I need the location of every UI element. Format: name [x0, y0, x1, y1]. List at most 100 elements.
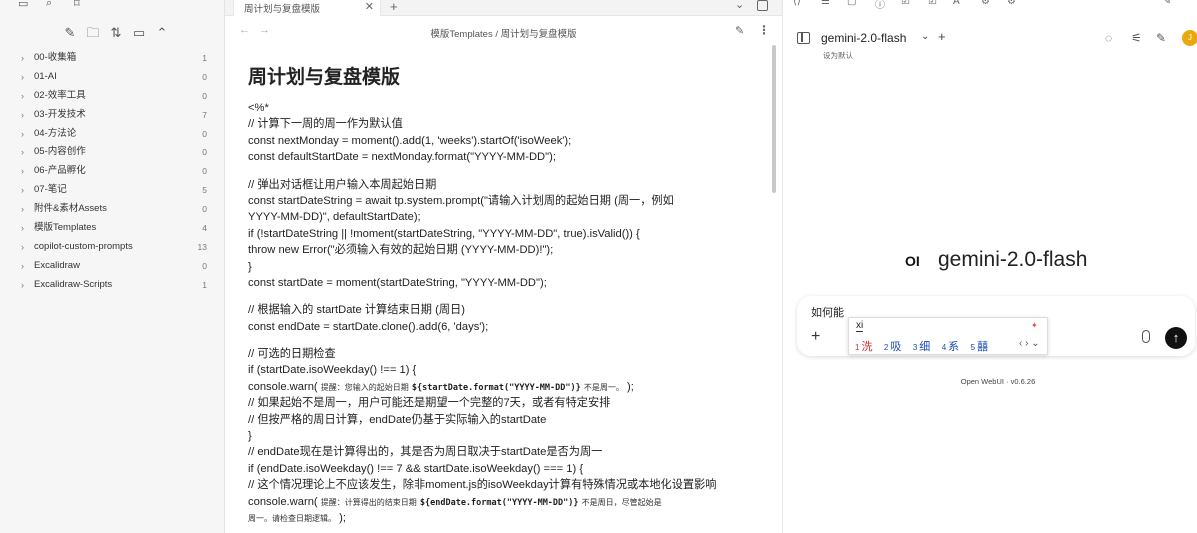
code-gap [248, 291, 758, 302]
ime-candidate[interactable]: 1洗 [855, 338, 872, 354]
chevron-right-icon: › [21, 53, 24, 63]
ime-candidate[interactable]: 2吸 [884, 338, 901, 354]
task-icon[interactable]: ☑ [928, 0, 937, 7]
right-sidebar-toggle-icon[interactable] [757, 0, 768, 11]
code-line: throw new Error("必须输入有效的起始日期 (YYYY-MM-DD… [248, 244, 554, 257]
ime-candidate[interactable]: 4系 [942, 338, 959, 354]
list-icon[interactable]: ☰ [821, 0, 830, 7]
editor-scrollbar[interactable] [772, 45, 776, 193]
ime-candidate[interactable]: 5囍 [971, 338, 988, 354]
folder-name: copilot-custom-prompts [34, 240, 133, 252]
collapse-icon[interactable]: ▭ [131, 25, 147, 41]
openwebui-logo: OI [905, 253, 920, 269]
edit-pencil-icon[interactable]: ✎ [735, 24, 744, 37]
folder-name: 03-开发技术 [34, 108, 86, 120]
avatar[interactable]: J [1182, 30, 1197, 46]
folder-name: Excalidraw-Scripts [34, 278, 113, 290]
attach-plus-icon[interactable]: + [811, 328, 820, 346]
info-icon[interactable]: ⓘ [875, 0, 885, 11]
breadcrumb[interactable]: 模版Templates / 周计划与复盘模版 [225, 26, 782, 40]
model-selector[interactable]: gemini-2.0-flash [821, 31, 906, 45]
add-model-icon[interactable]: + [938, 29, 946, 44]
folder-item[interactable]: › 附件&素材Assets 0 [0, 200, 225, 219]
sort-icon[interactable]: ⇅ [108, 25, 124, 41]
code-line: if (startDate.isoWeekday() !== 1) { [248, 364, 417, 377]
code-line: const defaultStartDate = nextMonday.form… [248, 151, 556, 164]
chevron-right-icon: › [21, 260, 24, 271]
tools-icon[interactable]: ⚙ [981, 0, 990, 7]
folder-name: 04-方法论 [34, 127, 77, 139]
new-chat-icon[interactable]: ✎ [1156, 31, 1166, 45]
sidebar-toggle-icon[interactable]: ▭ [18, 0, 32, 10]
code-line: console.warn( 提醒：您输入的起始日期 ${startDate.fo… [248, 379, 758, 395]
candidate-index: 1 [855, 343, 860, 352]
folder-item[interactable]: › Excalidraw 0 [0, 257, 225, 276]
code-token: 不是周日，尽管起始是 [581, 497, 662, 507]
folder-name: 01-AI [34, 70, 57, 82]
expand-collapse-icon[interactable]: ⌃ [154, 25, 170, 41]
code-token: ); [626, 380, 634, 393]
code-line: // 可选的日期检查 [248, 348, 336, 361]
sidebar-toggle-icon[interactable] [797, 32, 810, 44]
settings-icon[interactable]: ⚙ [1007, 0, 1016, 7]
folder-count: 1 [202, 53, 207, 63]
code-line: } [248, 260, 252, 273]
edit-icon[interactable]: ✎ [1163, 0, 1171, 7]
folder-item[interactable]: › 03-开发技术 7 [0, 106, 225, 125]
new-note-icon[interactable]: ✎ [62, 25, 78, 41]
check-icon[interactable]: ☑ [901, 0, 910, 7]
folder-name: 附件&素材Assets [34, 203, 107, 215]
code-line: if (!startDateString || !moment(startDat… [248, 227, 640, 240]
close-icon[interactable]: ✕ [365, 0, 374, 13]
code-token: console.warn( [248, 380, 318, 393]
code-line: // endDate现在是计算得出的，其是否为周日取决于startDate是否为… [248, 446, 603, 459]
text-format-icon[interactable]: A [953, 0, 960, 7]
chevron-right-icon: › [21, 204, 24, 215]
code-line: // 弹出对话框让用户输入本周起始日期 [248, 178, 437, 191]
folder-item[interactable]: › 05-内容创作 0 [0, 143, 225, 162]
save-icon[interactable]: ▢ [847, 0, 856, 7]
search-icon[interactable]: ⌕ [46, 0, 60, 9]
send-arrow-icon[interactable]: ↑ [1165, 327, 1187, 349]
folder-item[interactable]: › 模版Templates 4 [0, 219, 225, 238]
template-code: <%* // 计算下一周的周一作为默认值 const nextMonday = … [248, 100, 758, 526]
chat-input[interactable]: 如何能 [811, 304, 844, 320]
chevron-right-icon: › [21, 223, 24, 234]
candidate-index: 5 [970, 343, 976, 352]
folder-item[interactable]: › copilot-custom-prompts 13 [0, 238, 225, 257]
note-content[interactable]: 周计划与复盘模版 <%* // 计算下一周的周一作为默认值 const next… [248, 60, 758, 533]
ime-candidate[interactable]: 3细 [913, 338, 930, 354]
folder-item[interactable]: › 00-收集箱 1 [0, 49, 225, 68]
temporary-chat-icon[interactable]: ◌ [1105, 31, 1112, 45]
folder-item[interactable]: › 06-产品孵化 0 [0, 162, 225, 181]
chevron-down-icon[interactable]: ⌄ [735, 0, 744, 11]
candidate-text: 细 [919, 341, 931, 353]
code-line: <%* [248, 102, 269, 114]
candidate-text: 系 [948, 341, 960, 353]
editor-pane: 周计划与复盘模版 ✕ + ⌄ ← → 模版Templates / 周计划与复盘模… [225, 0, 782, 533]
folder-count: 0 [202, 147, 207, 158]
ime-candidate-popup[interactable]: xi ✦ 1洗 2吸 3细 4系 5囍 ‹ › ⌄ [848, 317, 1048, 355]
link-icon[interactable]: ⟨⟩ [793, 0, 801, 7]
folder-item[interactable]: › 02-效率工具 0 [0, 87, 225, 106]
tab-active-note[interactable]: 周计划与复盘模版 ✕ [233, 0, 381, 16]
chevron-down-icon[interactable]: ⌄ [921, 31, 929, 42]
ime-page-nav-icons[interactable]: ‹ › ⌄ [1019, 338, 1040, 349]
set-default-link[interactable]: 设为默认 [823, 50, 853, 61]
folder-item[interactable]: › 04-方法论 0 [0, 125, 225, 144]
bookmark-icon[interactable]: ⌑ [74, 0, 88, 10]
controls-icon[interactable]: ⚟ [1131, 31, 1142, 45]
folder-item[interactable]: › 01-AI 0 [0, 68, 225, 87]
more-options-icon[interactable]: ⋮ [758, 23, 770, 37]
microphone-icon[interactable] [1142, 330, 1150, 343]
folder-item[interactable]: › 07-笔记 5 [0, 181, 225, 200]
code-line: // 如果起始不是周一，用户可能还是期望一个完整的7天，或者有特定安排 [248, 397, 611, 410]
candidate-text: 囍 [977, 341, 989, 353]
note-title: 周计划与复盘模版 [248, 67, 401, 88]
folder-name: 07-笔记 [34, 184, 67, 196]
folder-count: 0 [202, 166, 207, 177]
new-folder-icon[interactable]: 🗀 [85, 25, 101, 41]
chevron-right-icon: › [21, 279, 24, 290]
new-tab-icon[interactable]: + [390, 0, 398, 14]
folder-item[interactable]: › Excalidraw-Scripts 1 [0, 276, 225, 295]
